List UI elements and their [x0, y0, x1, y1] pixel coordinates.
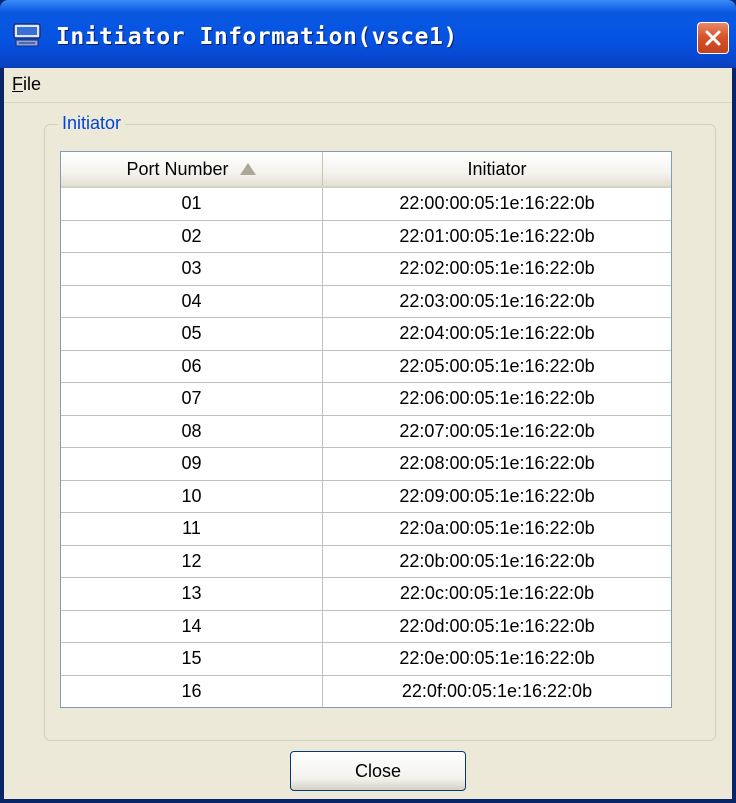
cell-port-number: 16	[61, 675, 323, 707]
window-title: Initiator Information(vsce1)	[56, 24, 458, 50]
close-button[interactable]: Close	[290, 751, 466, 791]
cell-port-number: 02	[61, 220, 323, 252]
menu-file[interactable]: File	[10, 74, 43, 98]
column-header-label: Initiator	[467, 158, 527, 179]
cell-initiator: 22:08:00:05:1e:16:22:0b	[399, 453, 595, 474]
cell-port-number: 05	[61, 318, 323, 350]
cell-port-number: 01	[61, 188, 323, 220]
menu-bar: File	[4, 68, 732, 103]
table-row[interactable]: 10 22:09:00:05:1e:16:22:0b	[61, 480, 671, 513]
initiator-info-window: Initiator Information(vsce1) File Initia…	[0, 0, 736, 803]
cell-initiator: 22:0e:00:05:1e:16:22:0b	[399, 648, 595, 669]
window-client-area: File Initiator Port Number Initiator 01 2…	[4, 68, 732, 799]
cell-port-number: 12	[61, 545, 323, 577]
table-row[interactable]: 16 22:0f:00:05:1e:16:22:0b	[61, 675, 671, 707]
cell-initiator: 22:04:00:05:1e:16:22:0b	[399, 323, 595, 344]
table-row[interactable]: 03 22:02:00:05:1e:16:22:0b	[61, 253, 671, 286]
cell-initiator: 22:01:00:05:1e:16:22:0b	[399, 225, 595, 246]
column-header-initiator[interactable]: Initiator	[323, 152, 671, 186]
table-row[interactable]: 15 22:0e:00:05:1e:16:22:0b	[61, 643, 671, 676]
cell-initiator: 22:0c:00:05:1e:16:22:0b	[399, 583, 595, 604]
table-row[interactable]: 12 22:0b:00:05:1e:16:22:0b	[61, 545, 671, 578]
cell-port-number: 03	[61, 253, 323, 285]
sort-ascending-icon	[239, 163, 256, 175]
cell-port-number: 09	[61, 448, 323, 480]
table-row[interactable]: 04 22:03:00:05:1e:16:22:0b	[61, 285, 671, 318]
cell-initiator: 22:09:00:05:1e:16:22:0b	[399, 485, 595, 506]
initiator-table: Port Number Initiator 01 22:00:00:05:1e:1…	[60, 151, 672, 708]
cell-initiator: 22:02:00:05:1e:16:22:0b	[399, 258, 595, 279]
close-x-icon	[705, 30, 721, 46]
cell-port-number: 10	[61, 480, 323, 512]
cell-port-number: 07	[61, 383, 323, 415]
cell-initiator: 22:05:00:05:1e:16:22:0b	[399, 355, 595, 376]
cell-port-number: 04	[61, 285, 323, 317]
table-row[interactable]: 01 22:00:00:05:1e:16:22:0b	[61, 188, 671, 221]
cell-initiator: 22:06:00:05:1e:16:22:0b	[399, 388, 595, 409]
menu-file-label: ile	[23, 74, 42, 94]
table-row[interactable]: 09 22:08:00:05:1e:16:22:0b	[61, 448, 671, 481]
cell-initiator: 22:0d:00:05:1e:16:22:0b	[399, 615, 595, 636]
cell-initiator: 22:07:00:05:1e:16:22:0b	[399, 420, 595, 441]
title-bar[interactable]: Initiator Information(vsce1)	[0, 0, 736, 68]
table-row[interactable]: 14 22:0d:00:05:1e:16:22:0b	[61, 610, 671, 643]
cell-initiator: 22:0a:00:05:1e:16:22:0b	[399, 518, 595, 539]
cell-initiator: 22:00:00:05:1e:16:22:0b	[399, 193, 595, 214]
table-row[interactable]: 05 22:04:00:05:1e:16:22:0b	[61, 318, 671, 351]
cell-port-number: 11	[61, 513, 323, 545]
cell-port-number: 15	[61, 643, 323, 675]
cell-initiator: 22:03:00:05:1e:16:22:0b	[399, 290, 595, 311]
table-row[interactable]: 07 22:06:00:05:1e:16:22:0b	[61, 383, 671, 416]
table-row[interactable]: 13 22:0c:00:05:1e:16:22:0b	[61, 578, 671, 611]
table-row[interactable]: 08 22:07:00:05:1e:16:22:0b	[61, 415, 671, 448]
cell-initiator: 22:0b:00:05:1e:16:22:0b	[399, 550, 595, 571]
table-row[interactable]: 02 22:01:00:05:1e:16:22:0b	[61, 220, 671, 253]
table-header: Port Number Initiator	[61, 152, 671, 188]
table-row[interactable]: 06 22:05:00:05:1e:16:22:0b	[61, 350, 671, 383]
column-header-label: Port Number	[126, 158, 229, 179]
cell-initiator: 22:0f:00:05:1e:16:22:0b	[401, 680, 593, 701]
server-icon	[13, 23, 41, 47]
cell-port-number: 06	[61, 350, 323, 382]
cell-port-number: 08	[61, 415, 323, 447]
table-row[interactable]: 11 22:0a:00:05:1e:16:22:0b	[61, 513, 671, 546]
cell-port-number: 14	[61, 610, 323, 642]
cell-port-number: 13	[61, 578, 323, 610]
column-header-port-number[interactable]: Port Number	[61, 152, 323, 186]
groupbox-label: Initiator	[58, 113, 126, 134]
table-body: 01 22:00:00:05:1e:16:22:0b 02 22:01:00:05:…	[61, 188, 671, 707]
menu-file-mnemonic: F	[12, 74, 23, 94]
titlebar-close-button[interactable]	[697, 22, 729, 54]
